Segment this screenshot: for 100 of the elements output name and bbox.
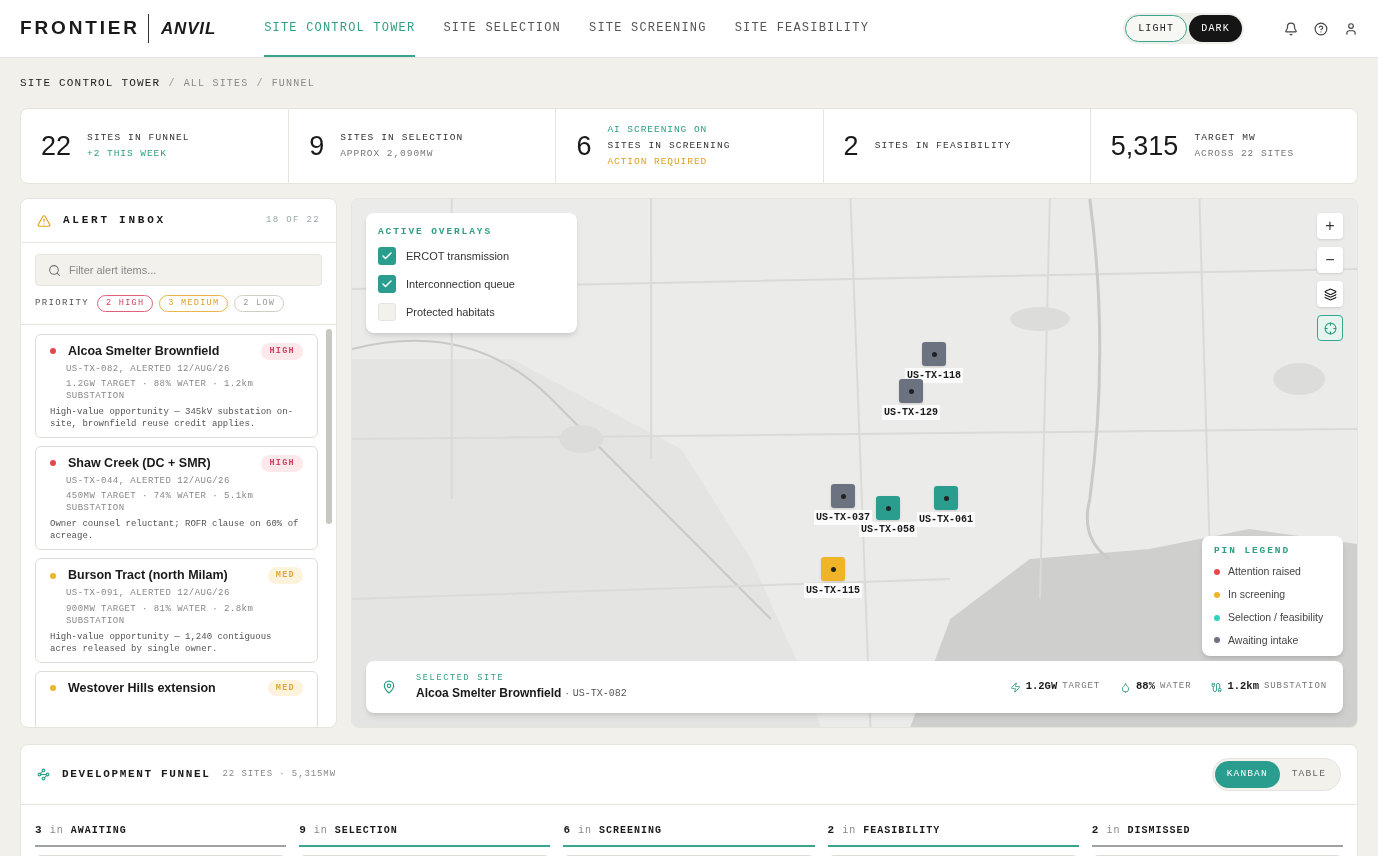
overlay-checkbox[interactable] <box>378 303 396 322</box>
stat-label: ACROSS 22 SITES <box>1194 147 1295 161</box>
layers-icon <box>1323 287 1337 301</box>
stat-value: 9 <box>309 129 325 163</box>
alert-metrics: 1.2GW TARGET · 88% WATER · 1.2km SUBSTATION <box>65 378 255 402</box>
stat-label: SITES IN SELECTION <box>340 131 464 145</box>
overlay-label: Interconnection queue <box>406 277 515 292</box>
alert-card[interactable]: Burson Tract (north Milam) MED US-TX-091, ALERTED 12/AUG/26 900MW TARGET · 81% WATER · 2.8km SUBSTATION High-value opportunity — 1,240 contiguous acres released by single owner. <box>35 558 318 663</box>
column-header: 6 in SCREENING <box>563 822 815 847</box>
user-icon[interactable] <box>1344 21 1358 36</box>
overlays-title: ACTIVE OVERLAYS <box>378 225 493 239</box>
route-icon <box>37 768 50 781</box>
stat-label: TARGET MW <box>1194 131 1257 145</box>
search-field[interactable]: Filter alert items... <box>35 254 322 286</box>
metric-unit: WATER <box>1159 680 1192 694</box>
water-icon <box>1120 681 1132 693</box>
legend-label: Awaiting intake <box>1228 632 1299 648</box>
stat-value: 6 <box>576 129 592 163</box>
selected-site-name: Alcoa Smelter Brownfield <box>416 685 562 703</box>
warning-icon <box>37 213 51 228</box>
overlay-checkbox[interactable] <box>378 247 396 266</box>
alert-count: 18 OF 22 <box>266 213 320 227</box>
selected-site-code: US-TX-082 <box>572 686 627 701</box>
stat-label: +2 THIS WEEK <box>87 147 168 161</box>
legend-label: In screening <box>1228 587 1286 602</box>
metric-value: 1.2km <box>1227 679 1259 695</box>
legend-label: Selection / feasibility <box>1228 609 1324 625</box>
pin-label: US-TX-037 <box>814 510 872 525</box>
breadcrumb-link[interactable]: SITE CONTROL TOWER <box>20 74 161 92</box>
metric-unit: SUBSTATION <box>1264 680 1327 694</box>
priority-label: PRIORITY <box>35 296 89 310</box>
alert-title: Westover Hills extension <box>68 679 216 697</box>
layers-button[interactable] <box>1317 281 1343 307</box>
funnel-summary: 22 SITES · 5,315MW <box>222 767 336 781</box>
nav-tab[interactable]: SITE SELECTION <box>443 0 561 57</box>
pin-label: US-TX-061 <box>917 512 975 527</box>
help-icon[interactable] <box>1314 21 1328 36</box>
overlay-label: Protected habitats <box>406 305 495 320</box>
pin-icon <box>382 680 396 694</box>
alert-metrics: 900MW TARGET · 81% WATER · 2.8km SUBSTATION <box>65 602 255 627</box>
pin-label: US-TX-115 <box>804 583 862 598</box>
alert-card[interactable]: Westover Hills extension MED <box>35 670 318 727</box>
theme-option[interactable]: LIGHT <box>1125 15 1188 42</box>
alert-card[interactable]: Shaw Creek (DC + SMR) HIGH US-TX-044, ALERTED 12/AUG/26 450MW TARGET · 74% WATER · 5.1km SUBSTATION Owner counsel reluctant; ROFR clause on 60% of acreage. <box>35 446 318 551</box>
map-pin[interactable] <box>821 557 845 581</box>
priority-badge: HIGH <box>261 342 303 360</box>
notifications-icon[interactable] <box>1284 21 1298 36</box>
metric-value: 1.2GW <box>1025 679 1058 695</box>
crosshair-icon <box>1323 321 1337 335</box>
stat-value: 2 <box>843 129 859 163</box>
stat-label: APPROX 2,090MW <box>340 147 435 161</box>
nav-tab[interactable]: SITE SCREENING <box>589 0 707 57</box>
overlay-checkbox[interactable] <box>378 275 396 294</box>
map-pin[interactable] <box>934 486 958 510</box>
breadcrumb-separator: / <box>256 76 264 91</box>
stat-value: 22 <box>41 129 72 163</box>
map-pin[interactable] <box>831 484 855 508</box>
stat-label: ACTION REQUIRED <box>607 155 709 169</box>
nav-tab[interactable]: SITE FEASIBILITY <box>734 0 870 57</box>
column-header: 9 in SELECTION <box>299 822 551 847</box>
legend-label: Attention raised <box>1228 564 1301 580</box>
map-pin[interactable] <box>899 379 923 403</box>
stat-label: SITES IN FUNNEL <box>87 131 190 145</box>
theme-option[interactable]: DARK <box>1189 15 1242 42</box>
alert-title: Alcoa Smelter Brownfield <box>68 342 220 360</box>
scrollbar-thumb[interactable] <box>326 328 332 524</box>
pin-label: US-TX-118 <box>905 368 963 383</box>
zoom-out-button[interactable]: − <box>1317 247 1343 273</box>
metric-value: 88% <box>1136 679 1155 695</box>
overlay-label: ERCOT transmission <box>406 249 510 264</box>
locate-button[interactable] <box>1317 315 1343 341</box>
brand-logo: FRONTIER <box>20 14 149 43</box>
legend-title: PIN LEGEND <box>1214 544 1291 558</box>
alert-title: Burson Tract (north Milam) <box>68 567 228 585</box>
map-pin[interactable] <box>876 496 900 520</box>
stat-label: SITES IN FEASIBILITY <box>874 139 1012 153</box>
funnel-title: DEVELOPMENT FUNNEL <box>62 767 211 783</box>
breadcrumb-separator: / <box>168 76 176 91</box>
pin-label: US-TX-129 <box>882 405 940 420</box>
alert-note: Owner counsel reluctant; ROFR clause on 60% of acreage. <box>50 518 300 543</box>
alert-metrics: 450MW TARGET · 74% WATER · 5.1km SUBSTATION <box>65 490 255 515</box>
alert-note: High-value opportunity — 1,240 contiguous acres released by single owner. <box>50 630 273 655</box>
alert-title: Shaw Creek (DC + SMR) <box>68 455 211 472</box>
column-header: 2 in FEASIBILITY <box>827 822 1079 847</box>
zoom-in-button[interactable]: + <box>1317 213 1343 239</box>
priority-badge: MED <box>267 679 303 697</box>
search-icon <box>48 263 61 277</box>
map-pin[interactable] <box>922 342 946 366</box>
pin-label: US-TX-058 <box>859 522 917 537</box>
priority-badge: HIGH <box>261 455 303 472</box>
view-tab[interactable]: TABLE <box>1279 761 1338 788</box>
stat-label: AI SCREENING ON <box>607 123 709 137</box>
separator-dot: · <box>565 686 569 701</box>
alert-card[interactable]: Alcoa Smelter Brownfield HIGH US-TX-082, ALERTED 12/AUG/26 1.2GW TARGET · 88% WATER · 1.2km SUBSTATION High-value opportunity — 345kV substation on-site, brownfield reuse credit applies. <box>35 333 318 438</box>
search-input[interactable]: Filter alert items... <box>69 261 309 279</box>
grid-icon <box>1211 681 1223 693</box>
power-icon <box>1009 681 1021 693</box>
metric-unit: TARGET <box>1062 680 1101 694</box>
alert-id: US-TX-082, ALERTED 12/AUG/26 <box>65 362 231 376</box>
column-header: 3 in AWAITING <box>35 822 287 847</box>
